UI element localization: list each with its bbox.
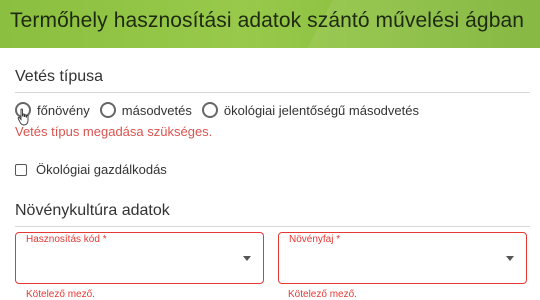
organic-farming-label: Ökológiai gazdálkodás: [36, 162, 167, 177]
crop-data-divider: [15, 226, 530, 227]
radio-second-crop-label: másodvetés: [121, 102, 192, 118]
usage-code-label: Hasznosítás kód *: [26, 234, 107, 245]
seeding-type-divider: [15, 92, 530, 93]
radio-second-crop[interactable]: másodvetés: [99, 102, 192, 118]
radio-main-crop-label: főnövény: [37, 102, 90, 118]
seeding-type-radio-group: főnövény másodvetés ökológiai jelentőség…: [15, 100, 429, 120]
radio-ecological-second-crop-label: ökológiai jelentőségű másodvetés: [223, 102, 419, 118]
radio-ecological-second-crop-circle[interactable]: [201, 102, 218, 118]
plant-type-helper: Kötelező mező.: [288, 289, 357, 300]
organic-farming-checkbox-box[interactable]: [15, 163, 27, 176]
plant-type-label: Növényfaj *: [289, 234, 341, 245]
seeding-type-heading: Vetés típusa: [15, 68, 104, 85]
chevron-down-icon[interactable]: [243, 256, 251, 261]
seeding-type-error: Vetés típus megadása szükséges.: [15, 124, 213, 139]
page-title: Termőhely hasznosítási adatok szántó műv…: [10, 9, 525, 32]
radio-second-crop-circle[interactable]: [99, 102, 116, 118]
usage-code-select[interactable]: Hasznosítás kód *: [15, 232, 264, 284]
crop-data-heading: Növénykultúra adatok: [15, 202, 170, 219]
chevron-down-icon[interactable]: [506, 256, 514, 261]
organic-farming-checkbox[interactable]: Ökológiai gazdálkodás: [15, 162, 167, 177]
radio-ecological-second-crop[interactable]: ökológiai jelentőségű másodvetés: [201, 102, 419, 118]
page-header: Termőhely hasznosítási adatok szántó műv…: [0, 0, 540, 48]
usage-code-helper: Kötelező mező.: [26, 289, 95, 300]
plant-type-select[interactable]: Növényfaj *: [278, 232, 527, 284]
